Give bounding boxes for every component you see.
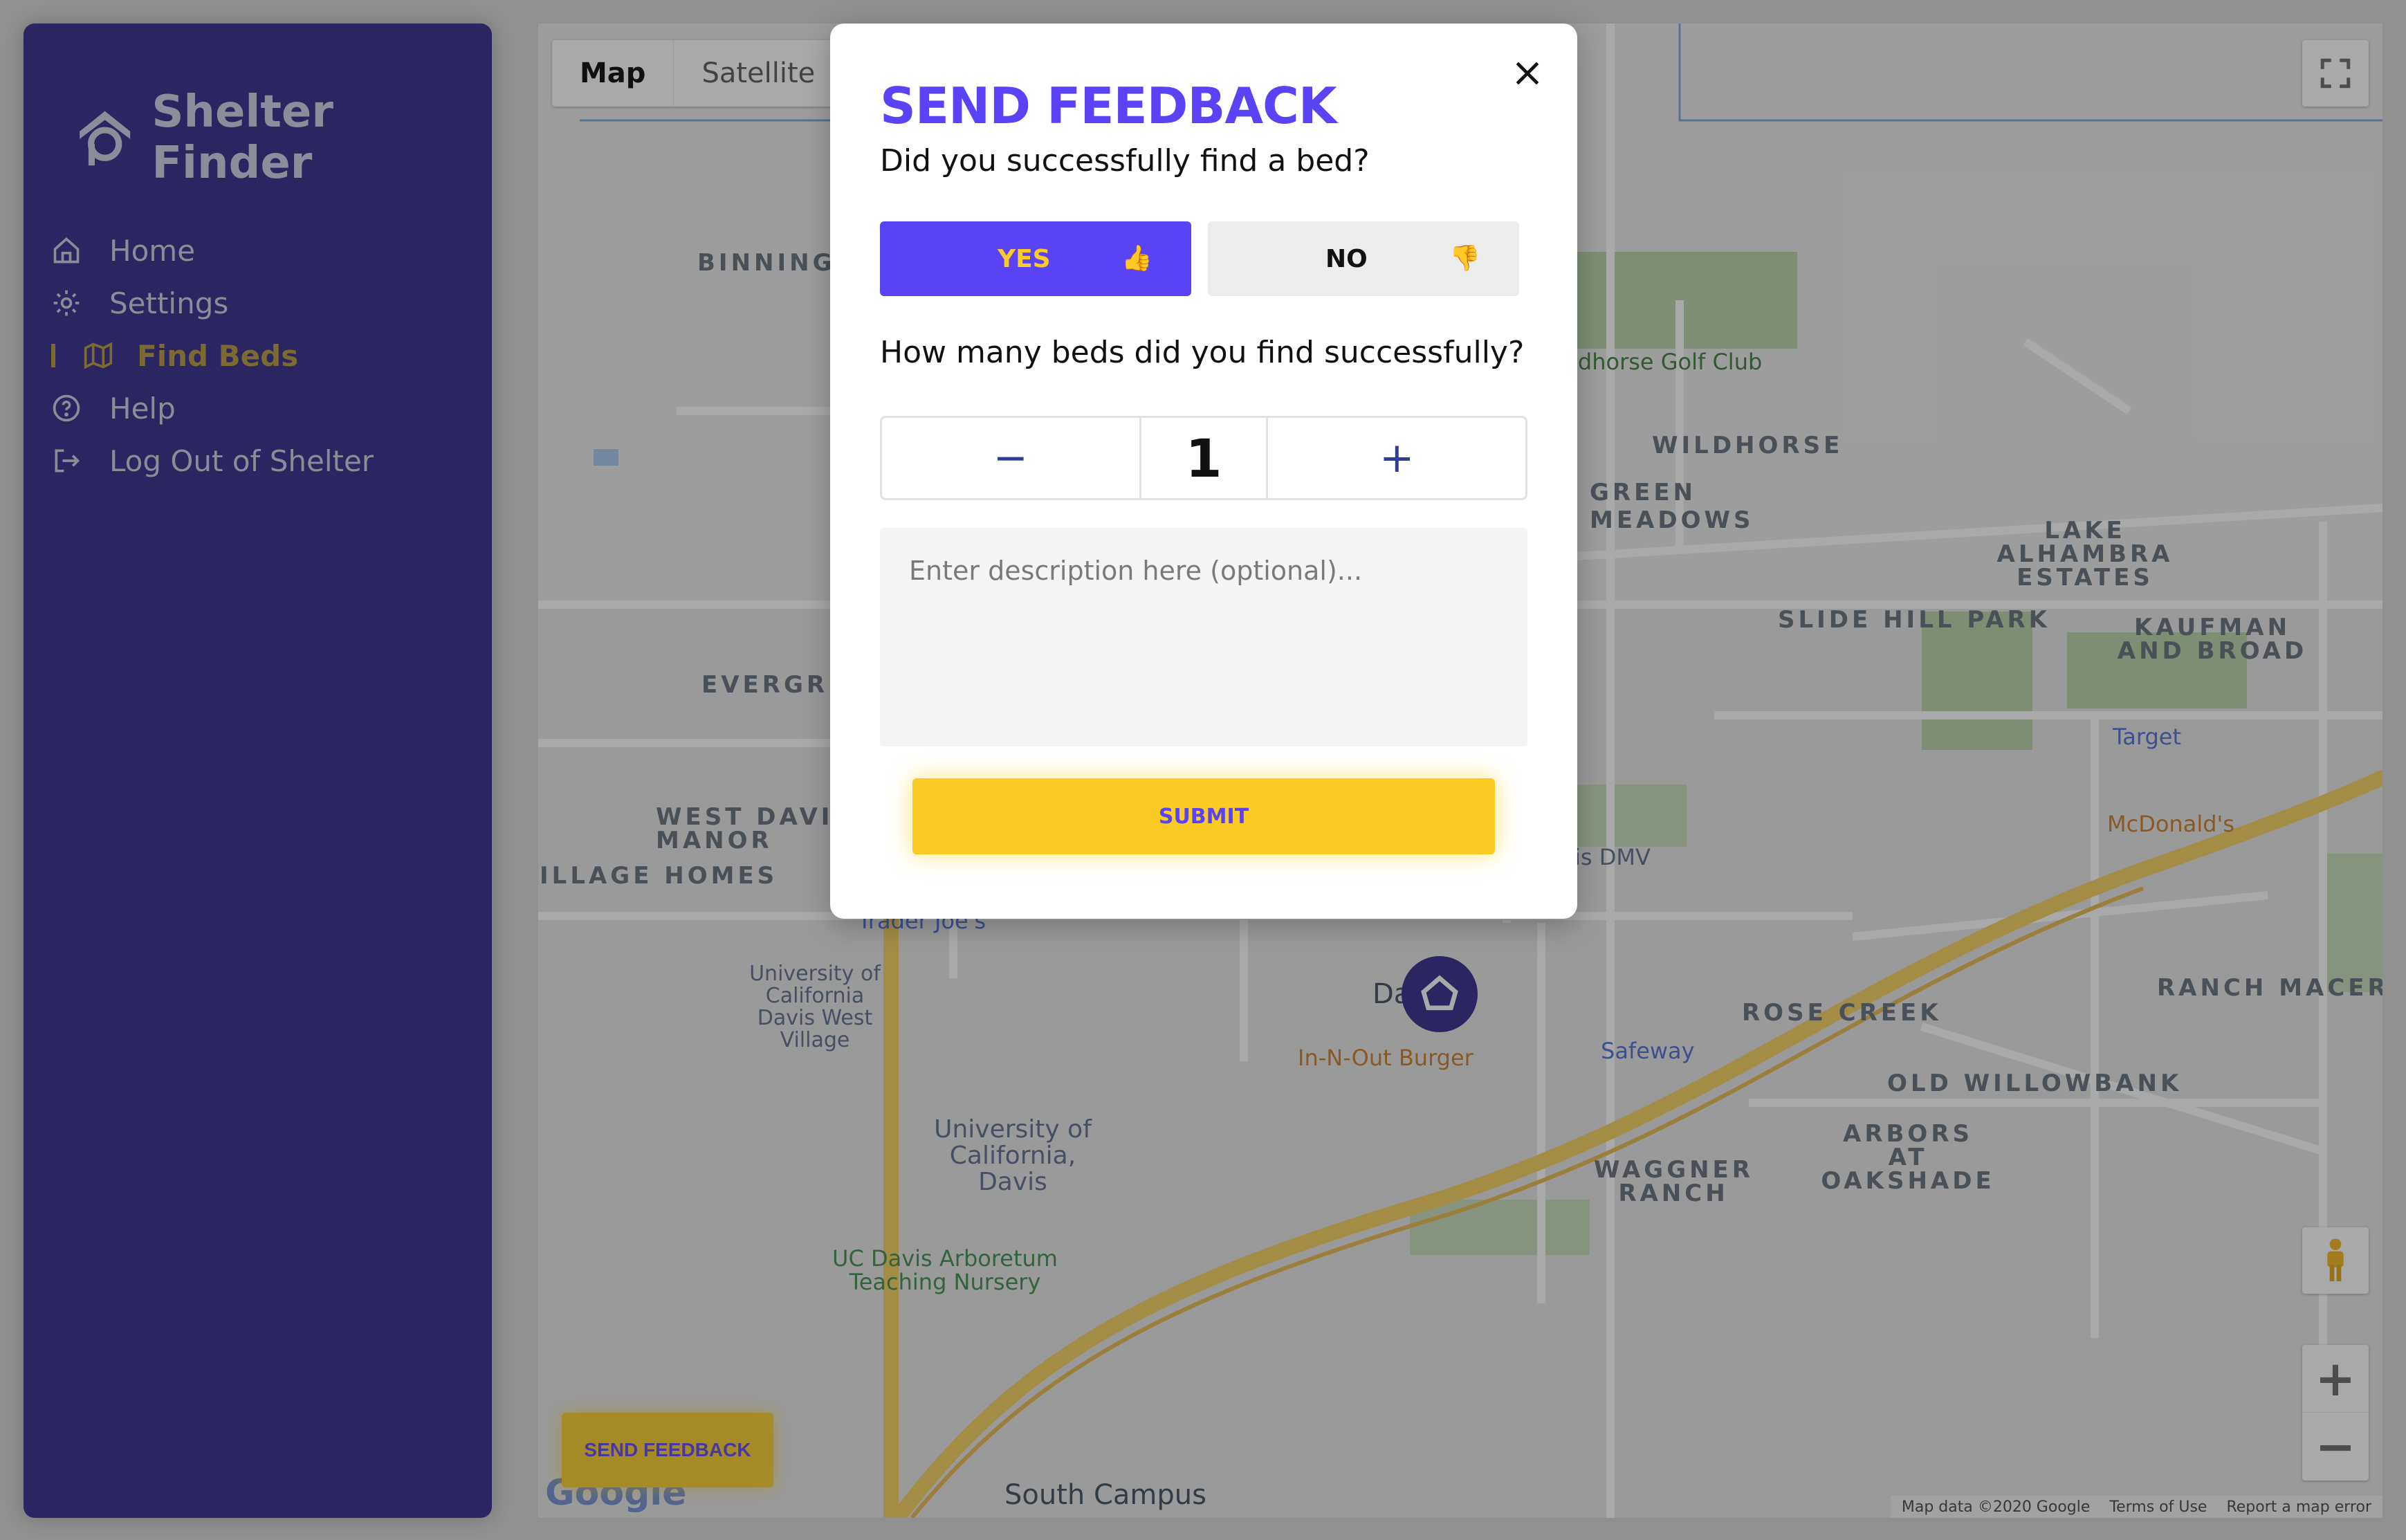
modal-title: SEND FEEDBACK	[880, 77, 1337, 135]
bed-count-stepper: − 1 +	[880, 416, 1527, 501]
submit-button[interactable]: SUBMIT	[912, 778, 1495, 855]
question-bed-count: How many beds did you find successfully?	[880, 335, 1525, 371]
close-icon	[1516, 62, 1539, 85]
thumbs-down-icon: 👎	[1449, 244, 1480, 273]
description-input[interactable]	[880, 528, 1527, 747]
decrement-button[interactable]: −	[882, 418, 1139, 498]
increment-button[interactable]: +	[1268, 418, 1525, 498]
close-button[interactable]	[1508, 54, 1547, 93]
yes-no-toggle: YES 👍 NO 👎	[880, 221, 1527, 297]
feedback-modal: SEND FEEDBACK Did you successfully find …	[830, 24, 1577, 919]
bed-count-value: 1	[1139, 418, 1269, 499]
no-label: NO	[1325, 245, 1368, 274]
yes-button[interactable]: YES 👍	[880, 221, 1191, 297]
yes-label: YES	[998, 245, 1051, 274]
no-button[interactable]: NO 👎	[1208, 221, 1519, 297]
question-found-bed: Did you successfully find a bed?	[880, 143, 1370, 179]
thumbs-up-icon: 👍	[1121, 244, 1153, 273]
